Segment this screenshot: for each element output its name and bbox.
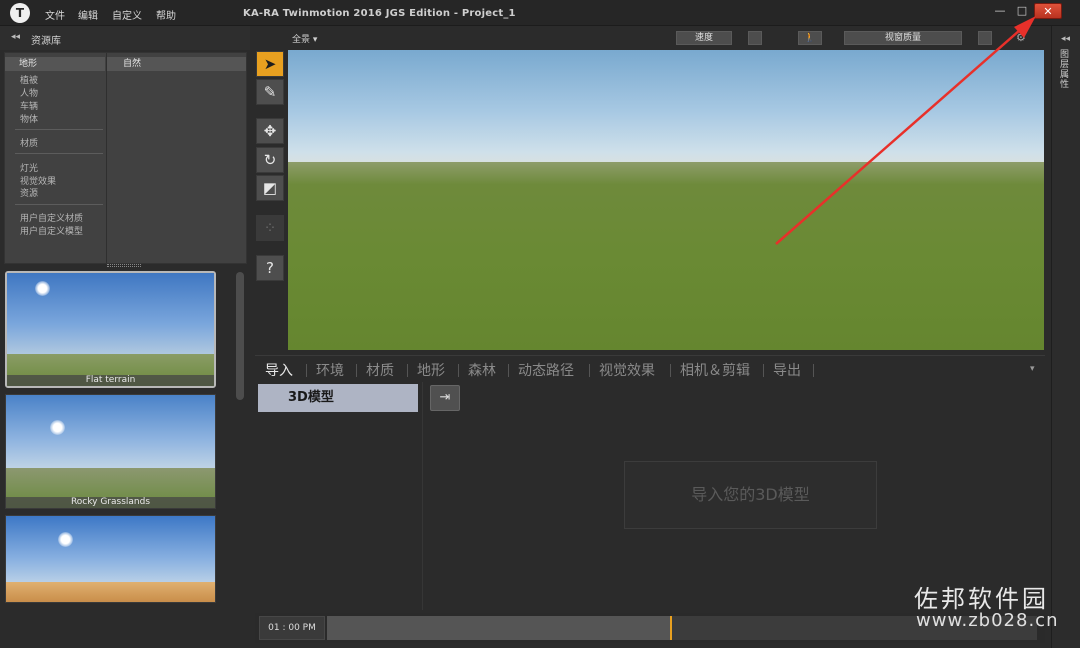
category-materials[interactable]: 材质 xyxy=(20,136,38,149)
watermark-text: 佐邦软件园 xyxy=(914,585,1049,613)
speed-toggle[interactable] xyxy=(748,31,762,45)
thumbnail-desert[interactable] xyxy=(5,515,216,603)
import-drop-zone[interactable]: 导入您的3D模型 xyxy=(624,461,877,529)
scale-icon: ◩ xyxy=(262,179,278,197)
viewport-ground xyxy=(288,162,1044,350)
viewport-sky xyxy=(288,50,1044,164)
collapse-left-icon[interactable]: ◂◂ xyxy=(11,32,20,42)
quality-toggle[interactable] xyxy=(978,31,992,45)
rotate-tool-button[interactable]: ↻ xyxy=(256,147,284,173)
thumbnail-flat-terrain[interactable]: Flat terrain xyxy=(5,271,216,388)
tab-terrain[interactable]: 地形 xyxy=(417,360,445,380)
panel-splitter-handle[interactable] xyxy=(107,264,141,267)
category-people[interactable]: 人物 xyxy=(20,86,38,99)
window-title: KA-RA Twinmotion 2016 JGS Edition - Proj… xyxy=(243,8,516,19)
select-tool-button[interactable]: ➤ xyxy=(256,51,284,77)
category-vehicles[interactable]: 车辆 xyxy=(20,99,38,112)
category-objects[interactable]: 物体 xyxy=(20,112,38,125)
speed-button[interactable]: 速度 xyxy=(676,31,732,45)
3d-viewport[interactable] xyxy=(288,50,1044,350)
tab-environment[interactable]: 环境 xyxy=(316,360,344,380)
help-button[interactable]: ? xyxy=(256,255,284,281)
watermark-url: www.zb028.cn xyxy=(916,610,1059,631)
import-button[interactable]: ⇥ xyxy=(430,385,460,411)
category-user-models[interactable]: 用户自定义模型 xyxy=(20,224,83,237)
category-user-materials[interactable]: 用户自定义材质 xyxy=(20,211,83,224)
right-side-panel: ◂◂ 图层属性 xyxy=(1051,26,1080,648)
menu-customize[interactable]: 自定义 xyxy=(112,7,142,22)
subcategory-column: 自然 xyxy=(106,53,246,263)
walk-icon: 🚶 xyxy=(804,33,816,43)
thumbnail-rocky-grasslands[interactable]: Rocky Grasslands xyxy=(5,394,216,509)
title-bar: T 文件 编辑 自定义 帮助 KA-RA Twinmotion 2016 JGS… xyxy=(0,0,1080,26)
tab-forest[interactable]: 森林 xyxy=(468,360,496,380)
import-list: 3D模型 xyxy=(255,382,423,610)
viewport-toolbar: 全景 ▾ 速度 🚶 视窗质量 ⚙ xyxy=(288,28,1044,48)
view-dropdown[interactable]: 全景 ▾ xyxy=(292,32,317,45)
import-icon: ⇥ xyxy=(439,390,451,405)
help-icon: ? xyxy=(266,259,274,277)
app-logo: T xyxy=(10,3,30,23)
menu-edit[interactable]: 编辑 xyxy=(78,7,98,22)
sun-icon xyxy=(58,532,73,547)
library-title: 资源库 xyxy=(31,36,61,47)
paint-brush-icon: ✎ xyxy=(263,83,277,101)
category-column: 地形 植被 人物 车辆 物体 材质 灯光 视觉效果 资源 用户自定义材质 用户自… xyxy=(5,53,105,263)
divider xyxy=(15,129,103,130)
category-lights[interactable]: 灯光 xyxy=(20,161,38,174)
category-terrain[interactable]: 地形 xyxy=(5,57,105,71)
library-panel: 地形 植被 人物 车辆 物体 材质 灯光 视觉效果 资源 用户自定义材质 用户自… xyxy=(4,52,247,264)
menu-help[interactable]: 帮助 xyxy=(156,7,176,22)
select-arrow-icon: ➤ xyxy=(263,55,277,73)
walk-mode-button[interactable]: 🚶 xyxy=(798,31,822,45)
tab-export[interactable]: 导出 xyxy=(773,360,801,380)
thumbnail-scrollbar[interactable] xyxy=(236,272,244,400)
close-button[interactable]: ✕ xyxy=(1034,3,1062,19)
minimize-button[interactable]: — xyxy=(989,3,1011,19)
list-item-3d-model[interactable]: 3D模型 xyxy=(258,384,418,412)
menu-file[interactable]: 文件 xyxy=(45,7,65,22)
scale-tool-button[interactable]: ◩ xyxy=(256,175,284,201)
collapse-panel-icon[interactable]: ▾ xyxy=(1030,364,1035,374)
expand-right-icon[interactable]: ◂◂ xyxy=(1061,34,1070,44)
thumbnail-caption: Rocky Grasslands xyxy=(6,497,215,508)
timeline-progress xyxy=(327,616,670,640)
rotate-icon: ↻ xyxy=(263,151,277,169)
thumbnail-caption: Flat terrain xyxy=(7,375,214,386)
sun-icon xyxy=(35,281,50,296)
maximize-button[interactable]: □ xyxy=(1011,3,1033,19)
paint-tool-button[interactable]: ✎ xyxy=(256,79,284,105)
move-icon: ✥ xyxy=(263,122,277,140)
divider xyxy=(15,204,103,205)
snap-tool-button[interactable]: ⁘ xyxy=(256,215,284,241)
category-assets[interactable]: 资源 xyxy=(20,186,38,199)
category-vegetation[interactable]: 植被 xyxy=(20,73,38,86)
sun-icon xyxy=(50,420,65,435)
divider xyxy=(15,153,103,154)
time-display[interactable]: 01 : 00 PM xyxy=(259,616,325,640)
library-header: ◂◂ 资源库 xyxy=(0,26,250,50)
gear-icon[interactable]: ⚙ xyxy=(1016,31,1026,44)
move-tool-button[interactable]: ✥ xyxy=(256,118,284,144)
bottom-tab-bar: 导入 环境 材质 地形 森林 动态路径 视觉效果 相机＆剪辑 导出 ▾ xyxy=(255,355,1045,381)
tab-visual-effects[interactable]: 视觉效果 xyxy=(599,360,655,380)
subcategory-nature[interactable]: 自然 xyxy=(107,57,246,71)
viewport-quality-button[interactable]: 视窗质量 xyxy=(844,31,962,45)
tab-materials[interactable]: 材质 xyxy=(366,360,394,380)
layer-properties-label[interactable]: 图层属性 xyxy=(1060,50,1072,90)
tab-import[interactable]: 导入 xyxy=(265,360,293,380)
snap-grid-icon: ⁘ xyxy=(263,219,277,237)
tab-camera-clip[interactable]: 相机＆剪辑 xyxy=(680,360,750,380)
timeline-cursor[interactable] xyxy=(669,616,672,640)
tab-animated-path[interactable]: 动态路径 xyxy=(518,360,574,380)
